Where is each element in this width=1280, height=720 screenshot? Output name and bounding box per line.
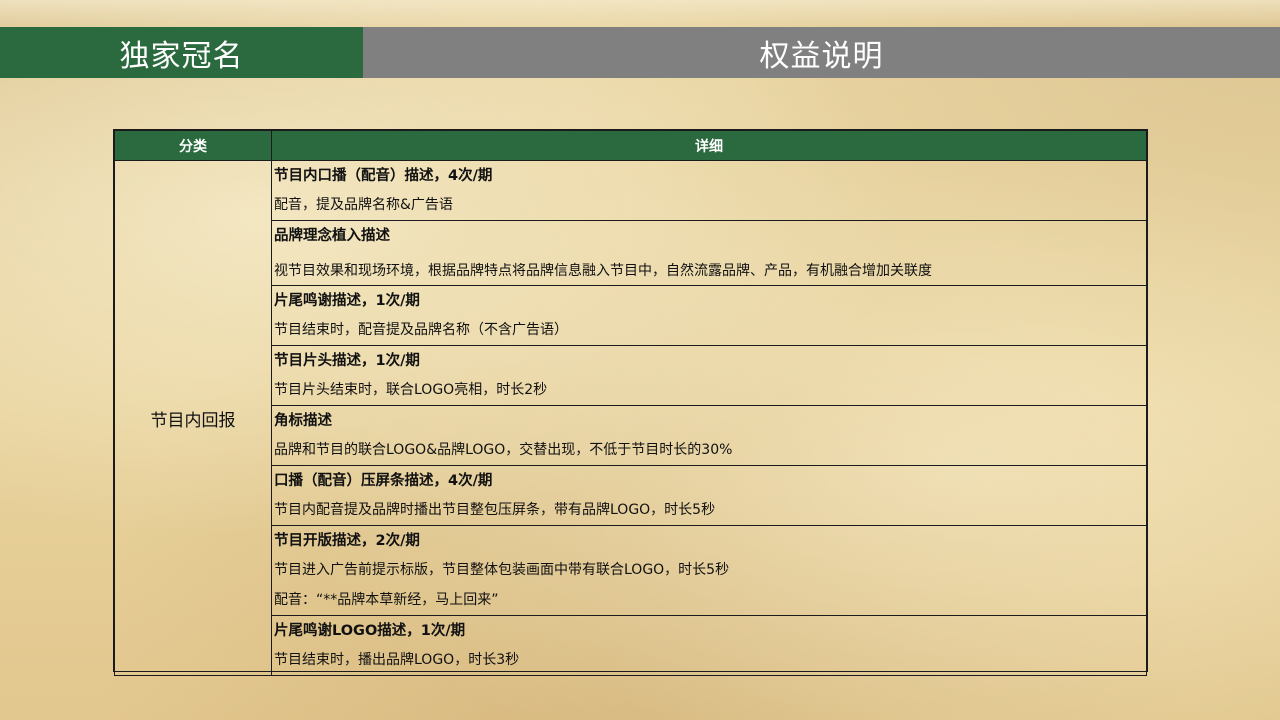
item-line: 配音，提及品牌名称&广告语	[274, 197, 453, 213]
item-title: 口播（配音）压屏条描述，4次/期	[274, 473, 493, 489]
header-right-banner: 权益说明	[363, 27, 1280, 78]
table-header-row: 分类 详细	[114, 130, 1147, 161]
item-title: 节目内口播（配音）描述，4次/期	[274, 168, 493, 184]
item-line: 节目进入广告前提示标版，节目整体包装画面中带有联合LOGO，时长5秒	[274, 562, 730, 578]
header-left-title: 独家冠名	[119, 38, 244, 74]
item-title: 节目开版描述，2次/期	[274, 533, 420, 549]
detail-cell: 片尾鸣谢LOGO描述，1次/期 节目结束时，播出品牌LOGO，时长3秒	[271, 615, 1147, 676]
table-row: 节目内回报 节目内口播（配音）描述，4次/期 配音，提及品牌名称&广告语	[114, 160, 1147, 676]
item-line: 节目结束时，配音提及品牌名称（不含广告语）	[274, 322, 568, 338]
category-cell: 节目内回报	[114, 160, 272, 676]
detail-cell: 口播（配音）压屏条描述，4次/期 节目内配音提及品牌时播出节目整包压屏条，带有品…	[271, 465, 1147, 526]
header-right-title: 权益说明	[759, 38, 884, 74]
column-header-detail: 详细	[271, 130, 1147, 161]
item-line: 品牌和节目的联合LOGO&品牌LOGO，交替出现，不低于节目时长的30%	[274, 442, 733, 458]
item-title: 节目片头描述，1次/期	[274, 353, 420, 369]
detail-cell: 角标描述 品牌和节目的联合LOGO&品牌LOGO，交替出现，不低于节目时长的30…	[271, 405, 1147, 466]
item-title: 品牌理念植入描述	[274, 228, 390, 244]
item-line: 节目片头结束时，联合LOGO亮相，时长2秒	[274, 382, 548, 398]
detail-cell: 节目内口播（配音）描述，4次/期 配音，提及品牌名称&广告语	[271, 160, 1147, 221]
column-header-category: 分类	[114, 130, 272, 161]
benefits-table-grid: 分类 详细 节目内回报 节目内口播（配音）描述，4次/期 配音，提及品牌名称&广…	[114, 130, 1147, 676]
item-title: 片尾鸣谢描述，1次/期	[274, 293, 420, 309]
detail-cell: 品牌理念植入描述 视节目效果和现场环境，根据品牌特点将品牌信息融入节目中，自然流…	[271, 220, 1147, 286]
item-line: 视节目效果和现场环境，根据品牌特点将品牌信息融入节目中，自然流露品牌、产品，有机…	[274, 263, 932, 279]
item-title: 角标描述	[274, 413, 332, 429]
benefits-table: 分类 详细 节目内回报 节目内口播（配音）描述，4次/期 配音，提及品牌名称&广…	[113, 129, 1148, 676]
item-line: 节目结束时，播出品牌LOGO，时长3秒	[274, 652, 520, 668]
detail-cell: 节目片头描述，1次/期 节目片头结束时，联合LOGO亮相，时长2秒	[271, 345, 1147, 406]
top-strip	[0, 0, 1280, 27]
detail-cell: 节目开版描述，2次/期 节目进入广告前提示标版，节目整体包装画面中带有联合LOG…	[271, 525, 1147, 616]
item-line: 节目内配音提及品牌时播出节目整包压屏条，带有品牌LOGO，时长5秒	[274, 502, 716, 518]
header-left-banner: 独家冠名	[0, 27, 363, 78]
item-title: 片尾鸣谢LOGO描述，1次/期	[274, 623, 466, 639]
item-line: 配音：“**品牌本草新经，马上回来”	[274, 592, 499, 608]
detail-cell: 片尾鸣谢描述，1次/期 节目结束时，配音提及品牌名称（不含广告语）	[271, 285, 1147, 346]
